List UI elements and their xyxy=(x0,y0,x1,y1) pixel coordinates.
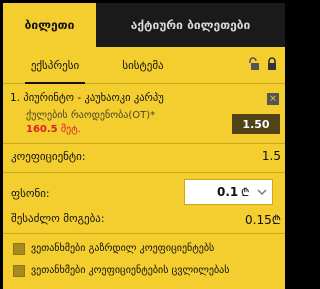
bet-stake-line: 160.5 მეტ. xyxy=(26,124,81,135)
bet-type-tabs: ექსპრესი სისტემა xyxy=(3,47,285,84)
possible-win-label: შესაძლო მოგება: xyxy=(11,212,105,225)
checkbox[interactable] xyxy=(13,265,25,277)
stake-row: ფსონი: 0.1 ₾ xyxy=(3,179,285,205)
divider xyxy=(3,172,285,173)
subtab-system-label: სისტემა xyxy=(122,59,164,72)
bet-item: 1. პიურინტო - კაუხაოკი კარპუ ქულების რაო… xyxy=(3,90,285,140)
tab-active-tickets-label: აქტიური ბილეთები xyxy=(130,18,251,32)
stake-input[interactable]: 0.1 ₾ xyxy=(184,179,273,205)
divider xyxy=(3,233,285,234)
coefficient-row: კოეფიციენტი: 1.5 xyxy=(3,146,285,168)
bet-stake-unit: მეტ. xyxy=(57,124,81,135)
divider xyxy=(3,143,285,144)
option-label: ვეთანხმები გაზრდილ კოეფიციენტებს xyxy=(31,243,215,254)
option-label: ვეთანხმები კოეფიციენტების ცვლილებას xyxy=(31,265,230,276)
bet-slip: ბილეთი აქტიური ბილეთები ექსპრესი სისტემა… xyxy=(3,3,285,289)
option-accept-odds-change[interactable]: ვეთანხმები კოეფიციენტების ცვლილებას xyxy=(3,263,285,281)
currency-icon: ₾ xyxy=(241,186,250,199)
coefficient-label: კოეფიციენტი: xyxy=(11,150,86,163)
lock-open-icon[interactable] xyxy=(248,57,260,71)
bet-event-title: 1. პიურინტო - კაუხაოკი კარპუ xyxy=(10,92,164,104)
bet-market: ქულების რაოდენობა(OT)* xyxy=(26,110,156,121)
tab-ticket-label: ბილეთი xyxy=(24,18,75,32)
possible-win-row: შესაძლო მოგება: 0.15₾ xyxy=(3,208,285,230)
subtab-system[interactable]: სისტემა xyxy=(103,47,183,84)
lock-icon[interactable] xyxy=(266,57,278,71)
bet-odds: 1.50 xyxy=(232,114,280,134)
tab-ticket[interactable]: ბილეთი xyxy=(3,3,96,47)
possible-win-value: 0.15₾ xyxy=(245,213,281,227)
tab-active-tickets[interactable]: აქტიური ბილეთები xyxy=(96,3,285,47)
option-accept-higher-odds[interactable]: ვეთანხმები გაზრდილ კოეფიციენტებს xyxy=(3,241,285,259)
bet-stake-amount: 160.5 xyxy=(26,124,58,135)
stake-label: ფსონი: xyxy=(11,187,50,200)
chevron-down-icon[interactable] xyxy=(256,186,268,198)
coefficient-value: 1.5 xyxy=(261,149,281,163)
top-tabs: ბილეთი აქტიური ბილეთები xyxy=(3,3,285,47)
stake-input-value: 0.1 xyxy=(217,185,239,199)
close-icon[interactable]: × xyxy=(267,93,279,105)
subtab-express-label: ექსპრესი xyxy=(30,59,80,72)
checkbox[interactable] xyxy=(13,243,25,255)
subtab-express[interactable]: ექსპრესი xyxy=(15,47,95,84)
